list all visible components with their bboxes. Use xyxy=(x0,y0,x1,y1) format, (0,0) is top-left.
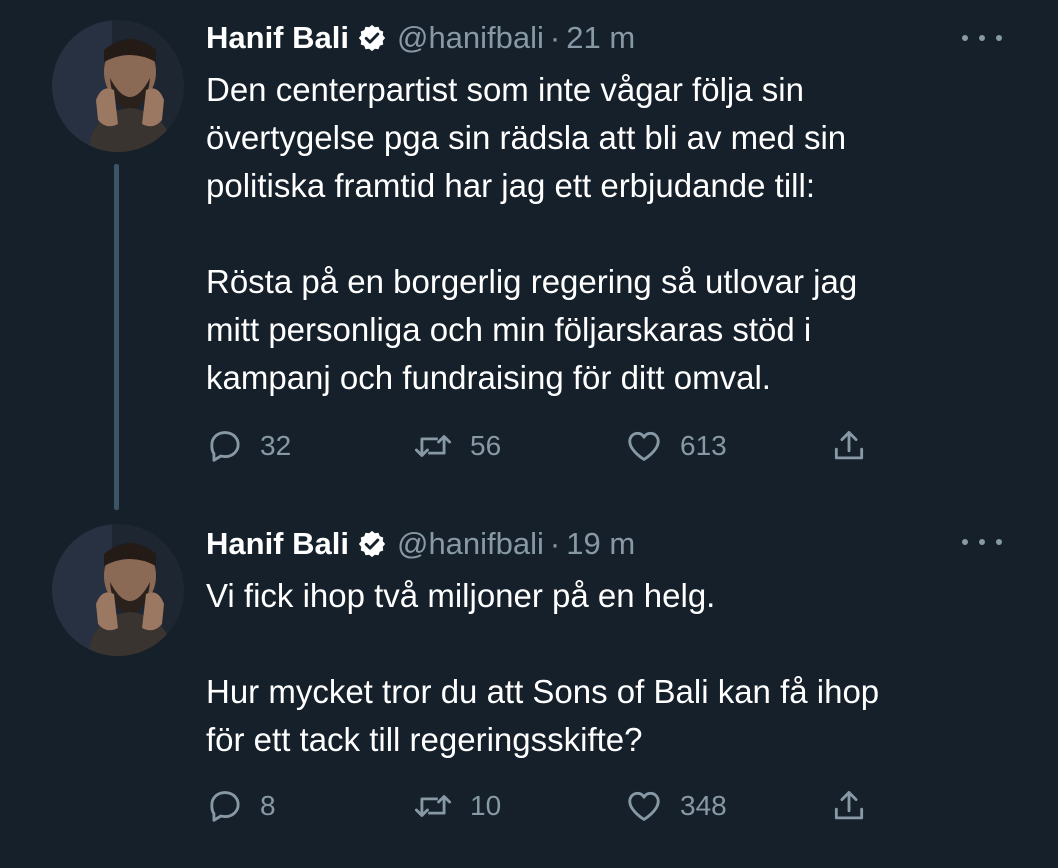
tweet-line: Den centerpartist som inte vågar följa s… xyxy=(206,71,804,108)
reply-icon xyxy=(206,427,244,465)
timestamp[interactable]: 21 m xyxy=(566,20,635,56)
separator: · xyxy=(549,526,561,561)
reply-count: 32 xyxy=(260,430,292,461)
author-handle[interactable]: @hanifbali xyxy=(397,20,544,56)
share-button[interactable] xyxy=(830,426,868,466)
reply-button[interactable]: 32 xyxy=(206,426,291,466)
share-icon xyxy=(830,787,868,825)
tweet[interactable]: Hanif Bali @hanifbali · 19 m Vi fick iho… xyxy=(0,500,1058,868)
retweet-icon xyxy=(412,787,454,825)
more-options-icon[interactable] xyxy=(962,530,1002,554)
tweet-text: Den centerpartist som inte vågar följa s… xyxy=(206,66,1026,402)
tweet-text: Vi fick ihop två miljoner på en helg. Hu… xyxy=(206,572,1026,764)
author-name[interactable]: Hanif Bali xyxy=(206,20,349,56)
verified-badge-icon xyxy=(357,529,387,559)
share-button[interactable] xyxy=(830,786,868,826)
avatar[interactable] xyxy=(52,20,184,152)
tweet-header: Hanif Bali @hanifbali · 19 m xyxy=(206,524,635,564)
retweet-icon xyxy=(412,427,454,465)
tweet-line: politiska framtid har jag ett erbjudande… xyxy=(206,167,815,204)
separator: · xyxy=(549,20,561,55)
heart-icon xyxy=(624,427,664,465)
like-count: 613 xyxy=(680,430,727,461)
tweet-actions: 8 10 348 xyxy=(206,786,886,826)
heart-icon xyxy=(624,787,664,825)
tweet-line: Rösta på en borgerlig regering så utlova… xyxy=(206,263,858,300)
author-handle[interactable]: @hanifbali xyxy=(397,526,544,562)
avatar[interactable] xyxy=(52,524,184,656)
retweet-count: 56 xyxy=(470,430,502,461)
tweet-actions: 32 56 613 xyxy=(206,426,886,466)
reply-count: 8 xyxy=(260,790,276,821)
verified-badge-icon xyxy=(357,23,387,53)
reply-button[interactable]: 8 xyxy=(206,786,276,826)
tweet-header: Hanif Bali @hanifbali · 21 m xyxy=(206,18,635,58)
timestamp[interactable]: 19 m xyxy=(566,526,635,562)
tweet-line: för ett tack till regeringsskifte? xyxy=(206,721,643,758)
more-options-icon[interactable] xyxy=(962,26,1002,50)
share-icon xyxy=(830,427,868,465)
tweet-line: mitt personliga och min följarskaras stö… xyxy=(206,311,812,348)
paragraph-break xyxy=(206,620,1026,668)
tweet-line: Vi fick ihop två miljoner på en helg. xyxy=(206,577,716,614)
tweet[interactable]: Hanif Bali @hanifbali · 21 m Den centerp… xyxy=(0,0,1058,510)
retweet-count: 10 xyxy=(470,790,502,821)
author-name[interactable]: Hanif Bali xyxy=(206,526,349,562)
like-button[interactable]: 613 xyxy=(624,426,727,466)
tweet-line: kampanj och fundraising för ditt omval. xyxy=(206,359,771,396)
like-button[interactable]: 348 xyxy=(624,786,727,826)
thread-connector-line xyxy=(114,164,119,510)
tweet-line: Hur mycket tror du att Sons of Bali kan … xyxy=(206,673,880,710)
paragraph-break xyxy=(206,210,1026,258)
retweet-button[interactable]: 56 xyxy=(412,426,501,466)
tweet-line: övertygelse pga sin rädsla att bli av me… xyxy=(206,119,847,156)
retweet-button[interactable]: 10 xyxy=(412,786,501,826)
like-count: 348 xyxy=(680,790,727,821)
reply-icon xyxy=(206,787,244,825)
